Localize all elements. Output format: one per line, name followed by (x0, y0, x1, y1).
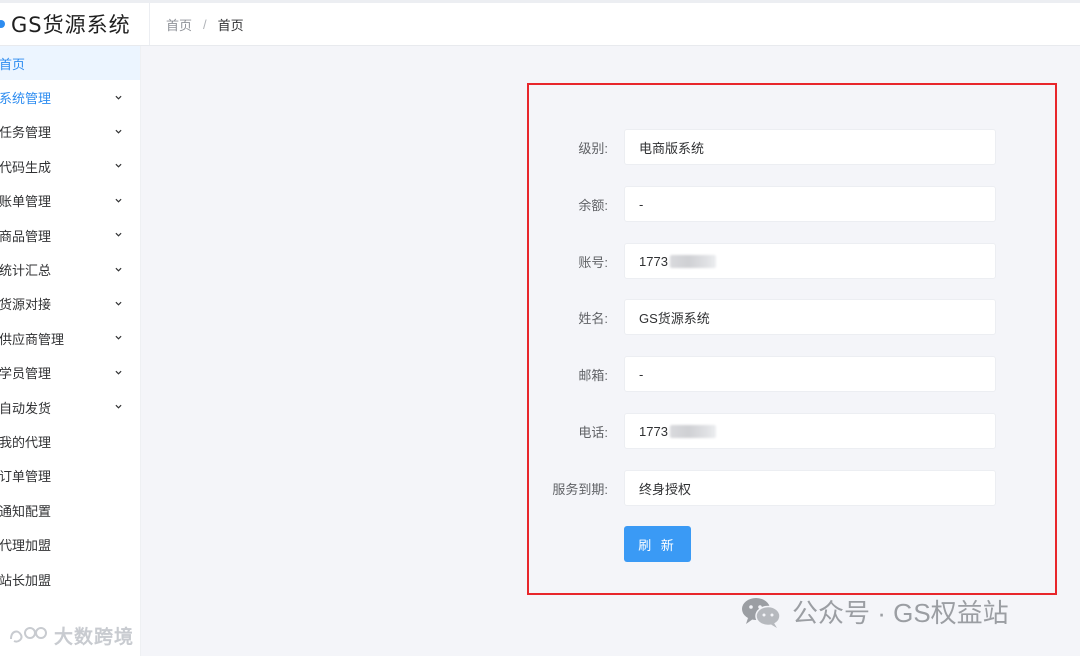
phone-label: 电话: (578, 424, 608, 440)
watermark-left-text: 大数跨境 (54, 627, 135, 648)
form-row-account: 账号: 1773 (529, 243, 1059, 279)
app-title: GS货源系统 (11, 13, 131, 37)
email-value: - (639, 366, 644, 382)
sidebar-item-statistics[interactable]: 统计汇总 (0, 252, 140, 286)
phone-value: 1773 (639, 423, 668, 439)
sidebar-item-label: 学员管理 (0, 366, 52, 382)
watermark-left: 大数跨境 (8, 622, 134, 649)
form-row-phone: 电话: 1773 (529, 413, 1059, 449)
breadcrumb: 首页 / 首页 (166, 15, 244, 34)
sidebar-item-auto-delivery[interactable]: 自动发货 (0, 390, 140, 424)
sidebar-item-label: 通知配置 (0, 503, 52, 519)
sidebar-item-label: 货源对接 (0, 297, 52, 313)
sidebar-item-agent-join[interactable]: 代理加盟 (0, 527, 140, 561)
refresh-button[interactable]: 刷 新 (624, 526, 691, 562)
sidebar-item-label: 统计汇总 (0, 263, 52, 279)
sidebar-item-label: 系统管理 (0, 91, 52, 107)
sidebar-item-label: 自动发货 (0, 400, 52, 416)
form-row-level: 级别: 电商版系统 (529, 129, 1059, 165)
balance-field[interactable]: - (624, 186, 996, 222)
account-value: 1773 (639, 253, 668, 269)
sidebar-item-products[interactable]: 商品管理 (0, 218, 140, 252)
watermark-right-text: 公众号 · GS权益站 (792, 598, 1009, 628)
balance-label: 余额: (578, 197, 608, 213)
sidebar-item-label: 我的代理 (0, 434, 52, 450)
sidebar: 首页 系统管理 任务管理 代码生成 账单管理 商品管理 统计汇总 货源对接 供应… (0, 46, 141, 656)
level-field[interactable]: 电商版系统 (624, 129, 996, 165)
chevron-down-icon (115, 94, 122, 101)
sidebar-item-label: 订单管理 (0, 469, 52, 485)
chevron-down-icon (115, 403, 122, 410)
sidebar-item-my-agents[interactable]: 我的代理 (0, 424, 140, 458)
watermark-right: 公众号 · GS权益站 (740, 593, 1009, 630)
level-label: 级别: (578, 140, 608, 156)
chevron-down-icon (115, 266, 122, 273)
brand[interactable]: GS货源系统 (0, 3, 150, 45)
sidebar-item-orders[interactable]: 订单管理 (0, 459, 140, 493)
sidebar-item-label: 任务管理 (0, 125, 52, 141)
form-row-email: 邮箱: - (529, 356, 1059, 392)
sidebar-item-sourcing[interactable]: 货源对接 (0, 287, 140, 321)
level-value: 电商版系统 (639, 140, 705, 156)
account-info-panel: 级别: 电商版系统 余额: - 账号: 1773 姓名: GS货源系统 邮箱: (527, 83, 1057, 595)
chevron-down-icon (115, 231, 122, 238)
redacted-mask (669, 254, 716, 268)
sidebar-item-label: 代理加盟 (0, 538, 52, 554)
top-bar: GS货源系统 首页 / 首页 (0, 0, 1080, 46)
sidebar-item-label: 首页 (0, 56, 26, 72)
form-row-expiry: 服务到期: 终身授权 (529, 470, 1059, 506)
chevron-down-icon (115, 300, 122, 307)
breadcrumb-home[interactable]: 首页 (166, 15, 192, 34)
name-field[interactable]: GS货源系统 (624, 299, 996, 335)
account-field[interactable]: 1773 (624, 243, 996, 279)
sidebar-item-label: 代码生成 (0, 159, 52, 175)
expiry-label: 服务到期: (552, 481, 608, 497)
sidebar-item-codegen[interactable]: 代码生成 (0, 149, 140, 183)
sidebar-item-bills[interactable]: 账单管理 (0, 184, 140, 218)
sidebar-item-webmaster-join[interactable]: 站长加盟 (0, 562, 140, 596)
sidebar-item-tasks[interactable]: 任务管理 (0, 115, 140, 149)
account-label: 账号: (578, 254, 608, 270)
chevron-down-icon (115, 162, 122, 169)
sidebar-item-system[interactable]: 系统管理 (0, 80, 140, 114)
sidebar-item-label: 商品管理 (0, 228, 52, 244)
watermark-logo-icon (10, 626, 47, 642)
sidebar-item-label: 账单管理 (0, 194, 52, 210)
email-field[interactable]: - (624, 356, 996, 392)
breadcrumb-current: 首页 (217, 17, 244, 33)
chevron-down-icon (115, 128, 122, 135)
logo-icon (0, 20, 5, 28)
wechat-icon (742, 597, 781, 628)
name-value: GS货源系统 (639, 310, 710, 326)
balance-value: - (639, 196, 644, 212)
app-window: GS货源系统 首页 / 首页 首页 系统管理 任务管理 代码生成 账单管理 商品… (0, 0, 1080, 656)
sidebar-item-notifications[interactable]: 通知配置 (0, 493, 140, 527)
expiry-field[interactable]: 终身授权 (624, 470, 996, 506)
chevron-down-icon (115, 197, 122, 204)
redacted-mask (669, 424, 716, 438)
name-label: 姓名: (578, 310, 608, 326)
sidebar-item-suppliers[interactable]: 供应商管理 (0, 321, 140, 355)
sidebar-item-students[interactable]: 学员管理 (0, 356, 140, 390)
breadcrumb-separator: / (203, 16, 207, 32)
form-row-name: 姓名: GS货源系统 (529, 299, 1059, 335)
form-row-balance: 余额: - (529, 186, 1059, 222)
sidebar-item-label: 供应商管理 (0, 331, 65, 347)
chevron-down-icon (115, 369, 122, 376)
phone-field[interactable]: 1773 (624, 413, 996, 449)
sidebar-item-label: 站长加盟 (0, 572, 52, 588)
email-label: 邮箱: (578, 367, 608, 383)
expiry-value: 终身授权 (639, 481, 692, 497)
sidebar-item-home[interactable]: 首页 (0, 46, 140, 81)
chevron-down-icon (115, 334, 122, 341)
